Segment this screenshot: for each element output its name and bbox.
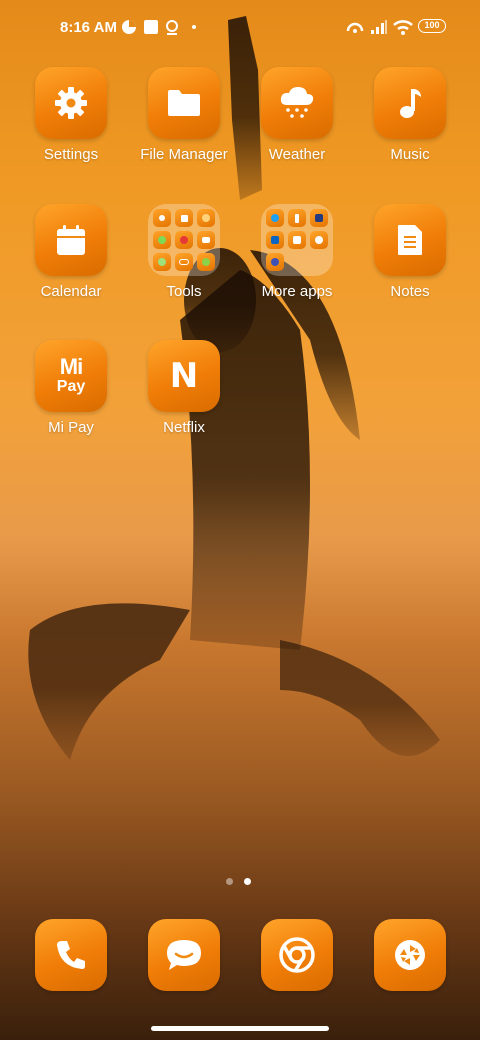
music-note-icon — [400, 89, 421, 118]
dock-browser[interactable] — [245, 919, 349, 991]
app-weather[interactable]: Weather — [245, 67, 349, 163]
app-notes[interactable]: Notes — [358, 204, 462, 300]
status-bar: 8:16 AM 100 — [0, 14, 480, 42]
record-icon — [175, 231, 193, 249]
leaf-icon — [197, 253, 215, 271]
facebook-icon — [288, 209, 306, 227]
video-icon — [197, 231, 215, 249]
paypal-icon — [310, 209, 328, 227]
folder-tools[interactable]: Tools — [132, 204, 236, 300]
dock-messages[interactable] — [132, 919, 236, 991]
app-label: Music — [390, 146, 430, 163]
dock-camera[interactable] — [358, 919, 462, 991]
app-music[interactable]: Music — [358, 67, 462, 163]
app-label: Settings — [43, 146, 99, 163]
clock-icon — [197, 209, 215, 227]
location-notification-icon — [166, 20, 178, 35]
mall-icon — [288, 231, 306, 249]
messages-tile — [148, 919, 220, 991]
app-label: Calendar — [40, 283, 102, 300]
clock-icon — [310, 231, 328, 249]
netflix-logo-icon: N — [169, 356, 199, 396]
battery-icon: 100 — [418, 19, 446, 33]
twitter-icon — [266, 209, 284, 227]
calendar-icon — [57, 225, 85, 255]
wifi-icon — [393, 20, 413, 35]
gear-icon — [55, 87, 87, 119]
messages-icon — [167, 940, 201, 970]
mi-pay-tile: Mi Pay — [35, 340, 107, 412]
page-dot-2-active[interactable] — [244, 878, 251, 885]
phone-tile — [35, 919, 107, 991]
app-icon — [266, 253, 284, 271]
app-label: File Manager — [140, 146, 228, 163]
more-dot-icon — [192, 25, 196, 29]
app-settings[interactable]: Settings — [19, 67, 123, 163]
signal-icon — [371, 20, 387, 34]
app-label: Netflix — [163, 419, 205, 436]
mi-pay-logo-top: Mi — [59, 354, 83, 379]
linkedin-icon — [266, 231, 284, 249]
camera-tile — [374, 919, 446, 991]
file-manager-tile — [148, 67, 220, 139]
tools-folder-preview — [148, 204, 220, 276]
calendar-tile — [35, 204, 107, 276]
app-file-manager[interactable]: File Manager — [132, 67, 236, 163]
app-label: Notes — [390, 283, 430, 300]
notification-icon — [122, 20, 136, 34]
netflix-tile: N — [148, 340, 220, 412]
folder-icon — [168, 90, 200, 116]
app-mi-pay[interactable]: Mi Pay Mi Pay — [19, 340, 123, 436]
snow-cloud-icon — [280, 87, 314, 118]
folder-more-apps[interactable]: More apps — [245, 204, 349, 300]
notes-tile — [374, 204, 446, 276]
browser-tile — [261, 919, 333, 991]
app-label: Weather — [268, 146, 326, 163]
page-dot-1[interactable] — [226, 878, 233, 885]
camera-aperture-icon — [395, 940, 425, 970]
browser-icon — [279, 937, 315, 973]
infinity-icon — [175, 253, 193, 271]
note-document-icon — [398, 225, 422, 255]
clock: 8:16 AM — [60, 19, 117, 36]
square-notification-icon — [144, 20, 158, 34]
app-label: More apps — [261, 283, 333, 300]
contacts-icon — [153, 209, 171, 227]
app-label: Mi Pay — [48, 419, 94, 436]
app-icon — [153, 253, 171, 271]
phone-icon — [57, 941, 85, 969]
hotspot-icon — [346, 22, 364, 33]
dock-phone[interactable] — [19, 919, 123, 991]
more-apps-folder-preview — [261, 204, 333, 276]
home-gesture-bar[interactable] — [151, 1026, 329, 1031]
apps-grid-icon — [175, 209, 193, 227]
android-icon — [153, 231, 171, 249]
mi-pay-logo-bottom: Pay — [56, 378, 86, 395]
app-netflix[interactable]: N Netflix — [132, 340, 236, 436]
app-calendar[interactable]: Calendar — [19, 204, 123, 300]
weather-tile — [261, 67, 333, 139]
app-label: Tools — [166, 283, 202, 300]
settings-tile — [35, 67, 107, 139]
music-tile — [374, 67, 446, 139]
